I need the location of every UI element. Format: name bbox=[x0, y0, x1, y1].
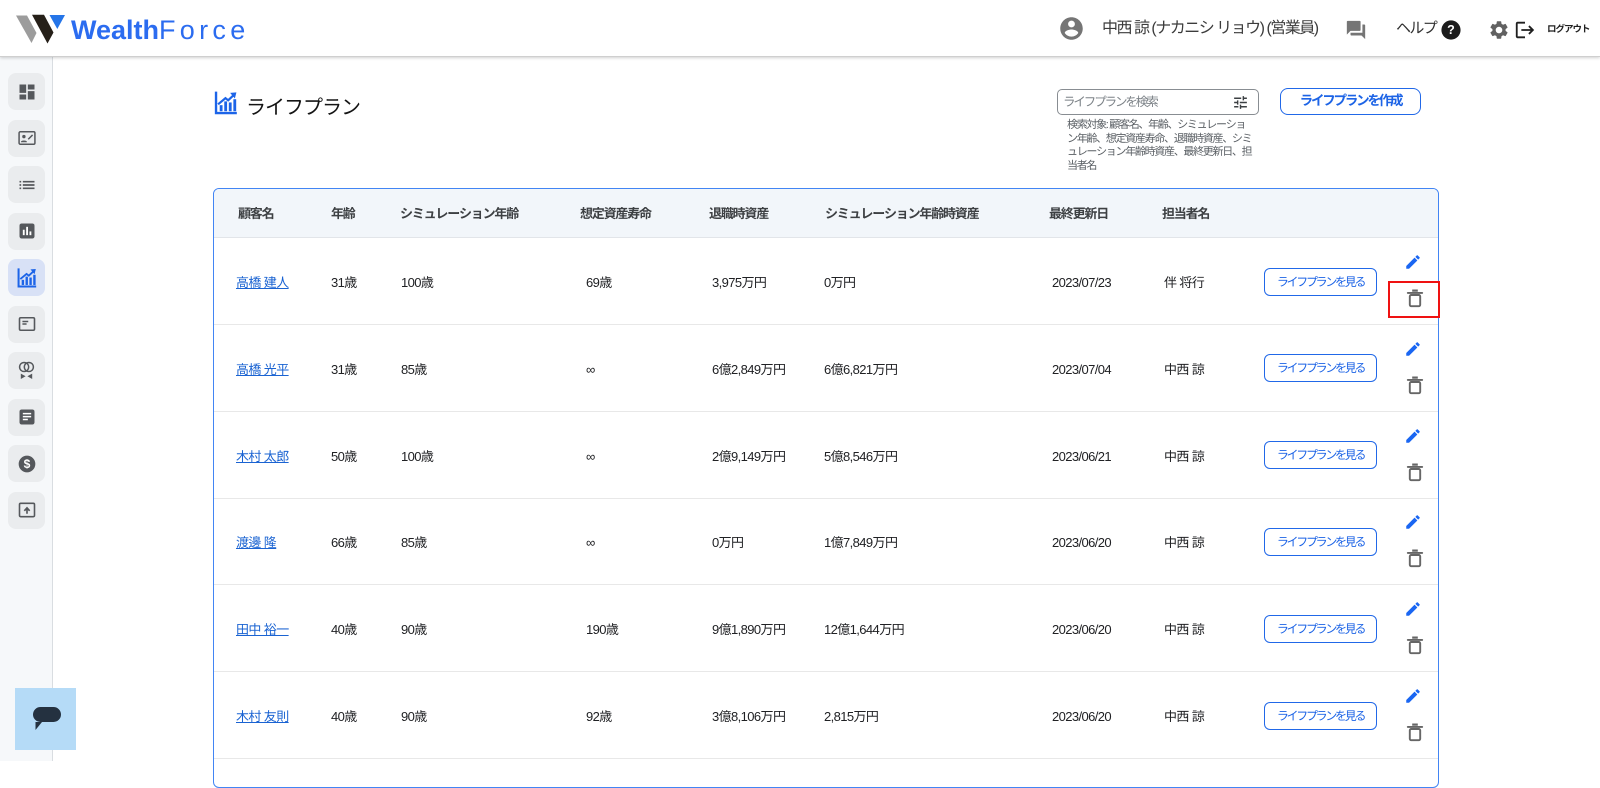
svg-text:$: $ bbox=[23, 457, 30, 471]
svg-text:?: ? bbox=[1447, 23, 1455, 37]
